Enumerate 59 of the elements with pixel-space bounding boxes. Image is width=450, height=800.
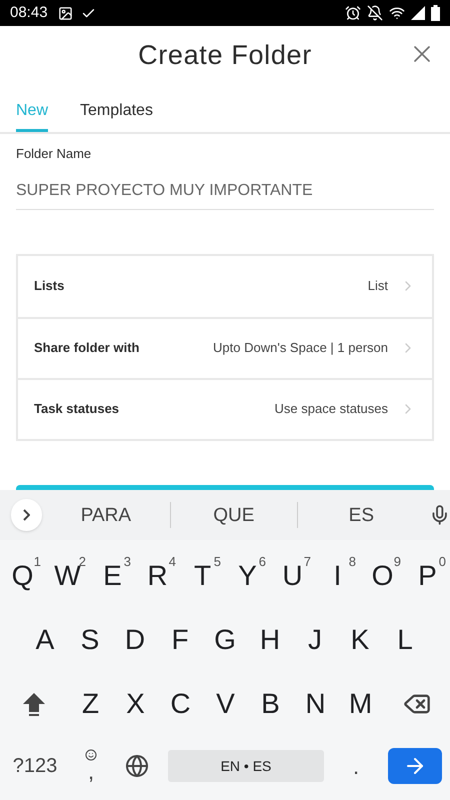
key-hint: 5 bbox=[214, 553, 221, 571]
image-icon bbox=[58, 6, 73, 20]
wifi-icon bbox=[389, 5, 405, 21]
keyboard-key[interactable]: S bbox=[68, 608, 112, 672]
keyboard-key[interactable]: I 8 bbox=[315, 544, 360, 608]
keyboard-key[interactable]: A bbox=[22, 608, 68, 672]
keyboard-key[interactable]: K bbox=[338, 608, 382, 672]
option-row[interactable]: Lists List bbox=[18, 256, 432, 316]
key-hint: 7 bbox=[304, 553, 311, 571]
field-label: Folder Name bbox=[16, 145, 92, 163]
key-hint: 1 bbox=[34, 553, 41, 571]
space-key[interactable]: EN • ES bbox=[168, 750, 324, 782]
keyboard-key[interactable]: G bbox=[202, 608, 248, 672]
globe-icon bbox=[125, 754, 149, 778]
keyboard-key[interactable]: B bbox=[248, 672, 293, 736]
keyboard-key[interactable]: N bbox=[293, 672, 338, 736]
keyboard-key[interactable]: H bbox=[248, 608, 292, 672]
enter-key[interactable] bbox=[388, 748, 442, 784]
alarm-icon bbox=[345, 5, 361, 21]
keyboard-key[interactable]: C bbox=[158, 672, 203, 736]
option-value: List bbox=[368, 277, 388, 296]
keyboard-key[interactable]: J bbox=[292, 608, 338, 672]
key-hint: 4 bbox=[168, 553, 176, 571]
option-row[interactable]: Share folder with Upto Down's Space | 1 person bbox=[18, 316, 432, 378]
keyboard-key[interactable]: L bbox=[382, 608, 428, 672]
window-title: Create Folder bbox=[138, 38, 312, 72]
shift-icon bbox=[22, 691, 46, 717]
folder-name-field[interactable]: SUPER PROYECTO MUY IMPORTANTE bbox=[16, 174, 434, 210]
period-key[interactable]: . bbox=[324, 742, 388, 790]
signal-icon bbox=[411, 6, 425, 20]
symbols-key[interactable]: ?123 bbox=[0, 742, 70, 790]
key-hint: 9 bbox=[394, 553, 401, 571]
option-row[interactable]: Task statuses Use space statuses bbox=[18, 378, 432, 438]
keyboard-key[interactable]: V bbox=[203, 672, 248, 736]
key-hint: 6 bbox=[258, 553, 266, 571]
option-value: Use space statuses bbox=[274, 400, 388, 418]
chevron-icon bbox=[23, 509, 30, 521]
keyboard-key[interactable]: D bbox=[112, 608, 158, 672]
comma-key[interactable]: , bbox=[70, 742, 112, 790]
bell-off-icon bbox=[367, 5, 383, 21]
option-value: Upto Down's Space | 1 person bbox=[213, 339, 388, 358]
suggestion[interactable]: PARA bbox=[42, 502, 170, 528]
option-label: Share folder with bbox=[34, 339, 140, 358]
option-label: Task statuses bbox=[34, 400, 120, 418]
key-hint: 3 bbox=[124, 553, 131, 571]
keyboard-key[interactable]: F bbox=[158, 608, 202, 672]
status-time: 08:43 bbox=[10, 2, 48, 23]
suggestion[interactable]: QUE bbox=[170, 502, 298, 528]
expand-button[interactable] bbox=[11, 499, 42, 531]
keyboard-key[interactable]: M bbox=[338, 672, 383, 736]
tab[interactable]: Templates bbox=[80, 92, 153, 132]
keyboard-key[interactable]: X bbox=[113, 672, 158, 736]
suggestion[interactable]: ES bbox=[297, 502, 425, 528]
key-hint: 8 bbox=[348, 553, 356, 571]
emoji-icon bbox=[85, 749, 97, 761]
key-hint: 0 bbox=[438, 553, 446, 571]
battery-icon bbox=[431, 5, 440, 21]
option-label: Lists bbox=[34, 277, 64, 296]
keyboard-key[interactable]: Z bbox=[68, 672, 113, 736]
